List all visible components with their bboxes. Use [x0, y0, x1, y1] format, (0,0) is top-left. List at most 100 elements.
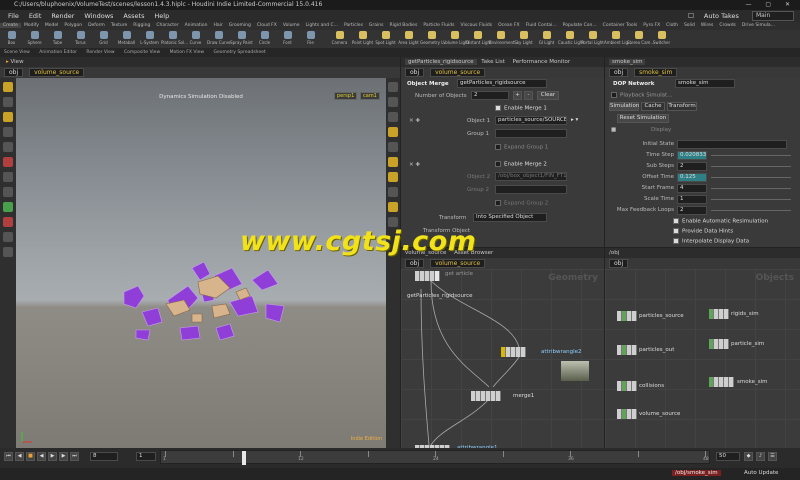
shelf-tool[interactable]: Ambient Lig...	[604, 30, 632, 48]
shelf-tab[interactable]: Character	[153, 23, 181, 28]
handle-tool-icon[interactable]	[3, 127, 13, 137]
key-icon[interactable]: ◆	[744, 452, 753, 461]
dop-param-slider[interactable]	[711, 155, 791, 156]
shelf-tab[interactable]: Pyro FX	[640, 23, 663, 28]
shelf-tab[interactable]: Volume	[280, 23, 303, 28]
end-frame-field[interactable]: 50	[716, 452, 740, 461]
expand-group-1-checkbox[interactable]: Expand Group 1	[495, 144, 548, 151]
transform-menu[interactable]: Into Specified Object	[473, 213, 547, 222]
merge-path-obj[interactable]: obj	[405, 68, 425, 77]
menu-render[interactable]: Render	[51, 12, 74, 20]
dop-path-obj[interactable]: obj	[609, 68, 629, 77]
render-tool-icon[interactable]	[3, 247, 13, 257]
shelf-tab[interactable]: Populate Con...	[560, 23, 600, 28]
shelf-tool[interactable]: Environment...	[489, 30, 518, 48]
playback-simulation-checkbox[interactable]: Playback Simulat...	[611, 92, 672, 99]
shelf-tab[interactable]: Lights and C...	[303, 23, 341, 28]
group2-field[interactable]	[495, 185, 567, 194]
enable-merge-2-checkbox[interactable]: Enable Merge 2	[495, 161, 547, 168]
dop-param-slider[interactable]	[711, 166, 791, 167]
shelf-tool[interactable]: Torus	[69, 30, 92, 48]
obj-network-canvas[interactable]: Objects particles_source particles_out c…	[605, 269, 800, 449]
magnet-tool-icon[interactable]	[3, 217, 13, 227]
status-path[interactable]: /obj/smoke_sim	[672, 470, 721, 476]
dop-param-field[interactable]: 4	[677, 184, 707, 193]
tab-animation-editor[interactable]: Animation Editor	[35, 50, 81, 55]
background-icon[interactable]	[388, 202, 398, 212]
tab-geometry-spreadsheet[interactable]: Geometry Spreadsheet	[209, 50, 269, 55]
menu-file[interactable]: File	[8, 12, 19, 20]
node-particle-sim[interactable]	[709, 339, 729, 349]
shelf-tool[interactable]: Curve	[184, 30, 207, 48]
snap-tool-icon[interactable]	[3, 202, 13, 212]
shelf-tool[interactable]: Draw Curve	[207, 30, 231, 48]
scale-tool-icon[interactable]	[3, 187, 13, 197]
remove-object-button[interactable]: -	[524, 91, 533, 100]
lock-icon[interactable]	[388, 82, 398, 92]
menu-help[interactable]: Help	[154, 12, 169, 20]
merge-path-node[interactable]: volume_source	[430, 68, 486, 77]
auto-update-menu[interactable]: Auto Update	[744, 470, 778, 476]
node-attribwrangle2[interactable]	[501, 347, 526, 357]
dop-checkbox[interactable]: Enable Automatic Resimulation	[673, 218, 768, 225]
scene-viewport[interactable]: Dynamics Simulation Disabled persp1 cam1…	[16, 78, 386, 448]
shelf-tab[interactable]: Fluid Contai...	[523, 23, 560, 28]
current-frame-field[interactable]: 8	[90, 452, 118, 461]
node-particles-source[interactable]	[617, 311, 637, 321]
num-objects-field[interactable]: 2	[471, 91, 509, 100]
shelf-tool[interactable]: File	[299, 30, 322, 48]
dop-path-node[interactable]: smoke_sim	[634, 68, 678, 77]
shelf-tab[interactable]: Rigging	[130, 23, 153, 28]
shelf-tab[interactable]: Ocean FX	[495, 23, 523, 28]
grid-icon[interactable]	[388, 172, 398, 182]
node-collisions[interactable]	[617, 381, 637, 391]
tab-obj-network[interactable]: /obj	[609, 250, 619, 256]
sop-net-path-node[interactable]: volume_source	[430, 259, 486, 268]
node-particles-out[interactable]	[617, 345, 637, 355]
path-node-chip[interactable]: volume_source	[29, 68, 85, 77]
shelf-tool[interactable]: Tube	[46, 30, 69, 48]
shelf-tool[interactable]: Spot Light	[374, 30, 397, 48]
shelf-tool[interactable]: Caustic Light	[558, 30, 584, 48]
shelf-tool[interactable]: Geometry L...	[420, 30, 447, 48]
menu-assets[interactable]: Assets	[123, 12, 144, 20]
tab-simulation[interactable]: Simulation	[609, 102, 639, 111]
shelf-tool[interactable]: Circle	[253, 30, 276, 48]
shelf-tool[interactable]: Font	[276, 30, 299, 48]
group1-field[interactable]	[495, 129, 567, 138]
tab-dop-params[interactable]: smoke_sim	[609, 59, 646, 65]
shelf-tab[interactable]: Model	[42, 23, 62, 28]
node-name-field[interactable]: getParticles_rigidsource	[457, 79, 547, 88]
dop-param-slider[interactable]	[711, 199, 791, 200]
start-frame-field[interactable]: 1	[136, 452, 156, 461]
shelf-tab[interactable]: Particles	[341, 23, 366, 28]
node-volume-source[interactable]	[617, 409, 637, 419]
pose-tool-icon[interactable]	[3, 142, 13, 152]
node-smoke-sim[interactable]	[709, 377, 734, 387]
step-back-button[interactable]: ◀	[15, 452, 24, 461]
tab-merge-params[interactable]: getParticles_rigidsource	[405, 59, 477, 65]
shelf-tool[interactable]: Camera	[328, 30, 351, 48]
ghost-icon[interactable]	[388, 187, 398, 197]
tab-performance-monitor[interactable]: Performance Monitor	[510, 59, 574, 65]
play-button[interactable]: ▶	[48, 452, 57, 461]
current-frame-marker[interactable]	[242, 451, 247, 465]
shelf-tab[interactable]: Solid	[681, 23, 698, 28]
shelf-tab[interactable]: Particle Fluids	[420, 23, 457, 28]
node-get-particles[interactable]	[415, 271, 440, 281]
sop-net-path-obj[interactable]: obj	[405, 259, 425, 268]
shelf-tool[interactable]: Sphere	[23, 30, 46, 48]
merge1-controls-icon[interactable]: ✕ ✚	[409, 118, 420, 124]
shelf-tool[interactable]: Distant Light	[466, 30, 492, 48]
enable-merge-1-checkbox[interactable]: Enable Merge 1	[495, 105, 547, 112]
shelf-tool[interactable]: Point Light	[351, 30, 374, 48]
dop-param-field[interactable]	[677, 140, 787, 149]
shelf-tool[interactable]: Portal Light	[581, 30, 604, 48]
shelf-tool[interactable]: Area Light	[397, 30, 420, 48]
shelf-tab[interactable]: Rigid Bodies	[386, 23, 420, 28]
add-object-button[interactable]: +	[513, 91, 522, 100]
shelf-tab[interactable]: Wires	[698, 23, 716, 28]
dop-param-field[interactable]: 2	[677, 162, 707, 171]
shelf-tab[interactable]: Container Tools	[600, 23, 641, 28]
dop-param-field[interactable]: 2	[677, 206, 707, 215]
